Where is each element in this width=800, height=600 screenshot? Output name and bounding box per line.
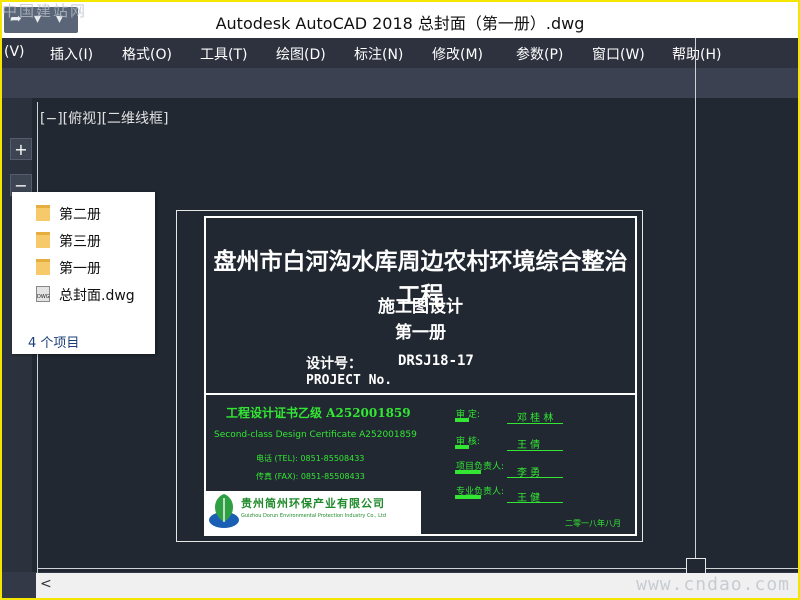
dwg-file-icon: DWG: [36, 286, 50, 302]
signature-mark: [455, 470, 481, 474]
viewport-controls-label[interactable]: [−][俯视][二维线框]: [40, 108, 169, 128]
menu-format[interactable]: 格式(O): [122, 44, 172, 64]
certificate-en: Second-class Design Certificate A2520018…: [214, 430, 417, 440]
item-label: 第三册: [59, 234, 101, 250]
certificate-cn: 工程设计证书乙级 A252001859: [226, 406, 411, 420]
list-item[interactable]: 第二册: [12, 200, 155, 226]
fax: 传真 (FAX): 0851-85508433: [256, 472, 365, 481]
signature-mark: [455, 418, 469, 422]
menu-window[interactable]: 窗口(W): [592, 44, 645, 64]
drawing-divider-line: [204, 393, 637, 395]
company-name-cn: 贵州简州环保产业有限公司: [241, 497, 385, 510]
signature-line: [507, 450, 563, 451]
telephone: 电话 (TEL): 0851-85508433: [256, 454, 365, 463]
volume-label: 第一册: [395, 323, 446, 343]
drawing-subtitle: 施工图设计: [378, 297, 463, 317]
signature-mark: [455, 495, 481, 499]
company-name-en: Guizhou Dorun Environmental Protection I…: [241, 513, 387, 519]
list-item[interactable]: DWG 总封面.dwg: [12, 281, 155, 307]
signature-line: [507, 502, 563, 503]
zoom-in-button[interactable]: +: [10, 138, 32, 160]
menu-help[interactable]: 帮助(H): [672, 44, 721, 64]
item-count: 4 个项目: [28, 336, 80, 351]
menu-modify[interactable]: 修改(M): [432, 44, 483, 64]
list-item[interactable]: 第三册: [12, 227, 155, 253]
menu-view[interactable]: (V): [4, 44, 25, 60]
menu-parametric[interactable]: 参数(P): [516, 44, 563, 64]
folder-icon: [36, 205, 50, 221]
signature-line: [507, 477, 563, 478]
design-number-label: 设计号：: [306, 356, 362, 372]
file-list-popup: 第二册 第三册 第一册 DWG 总封面.dwg 4 个项目: [12, 192, 155, 354]
horizontal-scrollbar[interactable]: < www.cndao.com: [36, 573, 798, 598]
signature-mark: [455, 445, 469, 449]
item-label: 第一册: [59, 261, 101, 277]
signature-name: 邓 桂 林: [517, 413, 554, 424]
folder-icon: [36, 232, 50, 248]
signature-line: [507, 423, 563, 424]
folder-icon: [36, 259, 50, 275]
viewport-border-right: [695, 38, 696, 578]
item-label: 总封面.dwg: [59, 288, 135, 304]
title-bar: ➦ ▾ ▾ 中国建站网 Autodesk AutoCAD 2018 总封面（第一…: [2, 2, 798, 38]
viewport-border-bottom: [37, 568, 798, 569]
autocad-window: ➦ ▾ ▾ 中国建站网 Autodesk AutoCAD 2018 总封面（第一…: [2, 2, 798, 598]
watermark-bottom: www.cndao.com: [636, 574, 790, 595]
scroll-left-arrow-icon[interactable]: <: [40, 576, 52, 592]
drawing-date: 二零一八年八月: [565, 519, 621, 528]
item-label: 第二册: [59, 207, 101, 223]
list-item[interactable]: 第一册: [12, 254, 155, 280]
menu-tools[interactable]: 工具(T): [200, 44, 247, 64]
design-number-value: DRSJ18-17: [398, 353, 474, 369]
window-title: Autodesk AutoCAD 2018 总封面（第一册）.dwg: [215, 14, 585, 33]
menu-draw[interactable]: 绘图(D): [276, 44, 326, 64]
project-number-label: PROJECT No.: [306, 373, 393, 388]
leaf-logo-icon: [209, 494, 239, 528]
company-logo: 贵州简州环保产业有限公司 Guizhou Dorun Environmental…: [205, 491, 421, 534]
menu-insert[interactable]: 插入(I): [50, 44, 93, 64]
menu-dimension[interactable]: 标注(N): [354, 44, 403, 64]
signature-name: 王 倩: [517, 440, 541, 451]
menu-bar: (V) 插入(I) 格式(O) 工具(T) 绘图(D) 标注(N) 修改(M) …: [2, 38, 798, 68]
ribbon-area: [2, 68, 798, 98]
